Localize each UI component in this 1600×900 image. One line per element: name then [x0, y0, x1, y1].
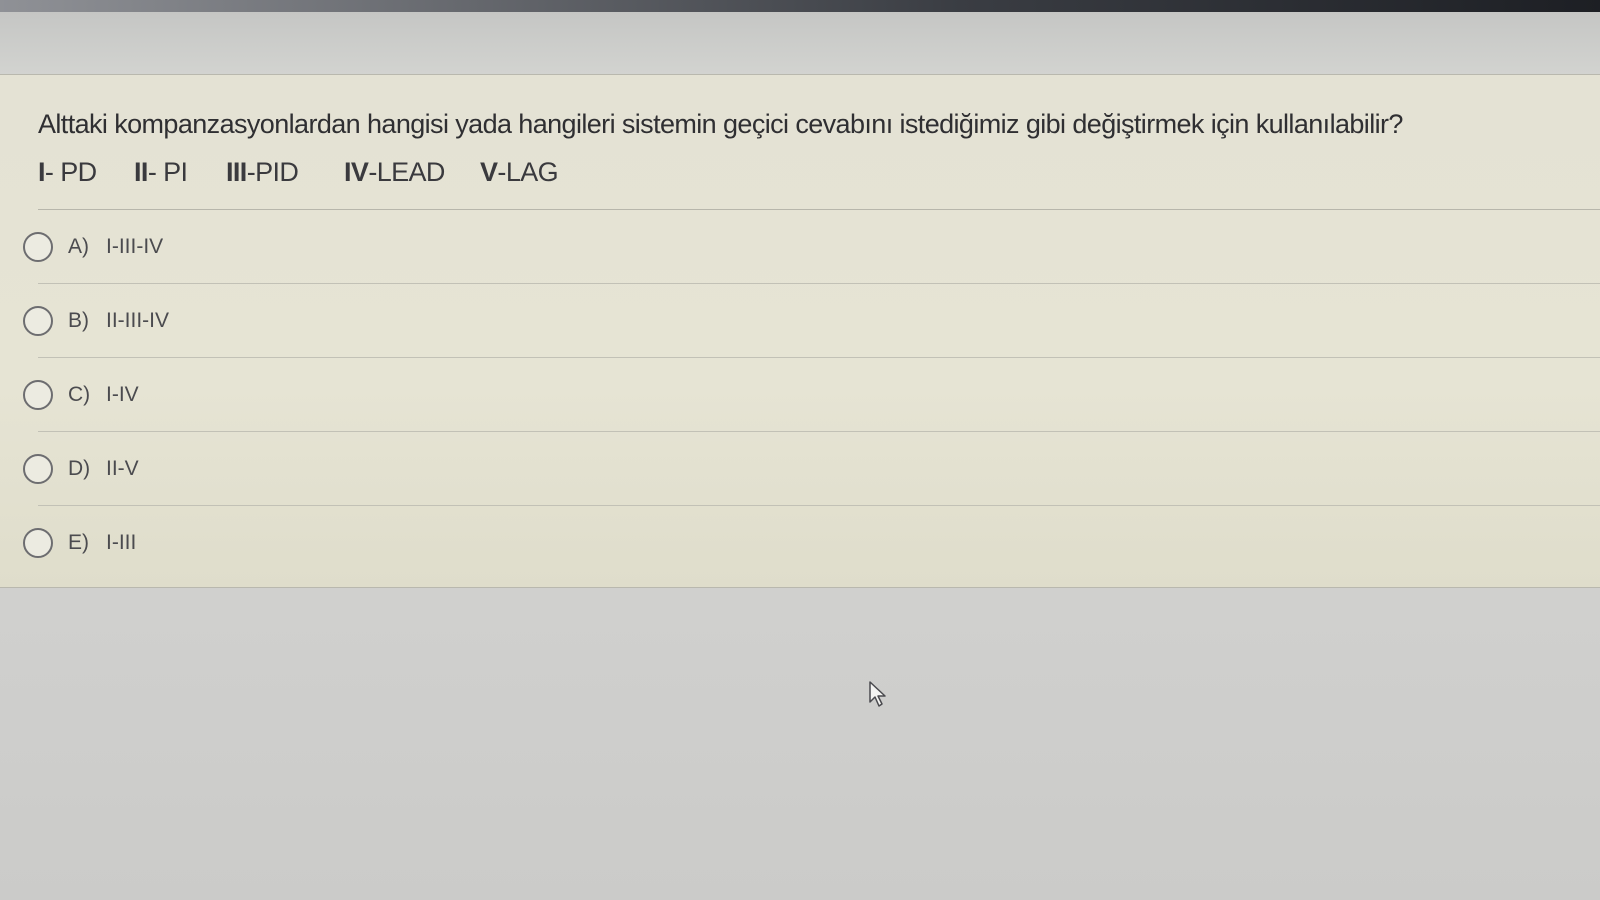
answer-text: I-III — [106, 531, 137, 554]
radio-button-d[interactable] — [23, 454, 53, 484]
answer-option-c[interactable]: C) I-IV — [23, 358, 1600, 432]
legend-item-2: II- PI — [134, 157, 188, 187]
answer-letter: B) — [68, 308, 89, 332]
radio-button-c[interactable] — [23, 380, 53, 410]
answer-letter: A) — [68, 234, 89, 258]
radio-button-a[interactable] — [23, 232, 53, 262]
answer-list: A) I-III-IV B) II-III-IV C) I-IV D) II-V… — [0, 210, 1600, 580]
radio-button-e[interactable] — [23, 528, 53, 558]
header-area — [0, 12, 1600, 74]
answer-option-a[interactable]: A) I-III-IV — [23, 210, 1600, 284]
answer-text: I-IV — [106, 382, 139, 406]
answer-option-d[interactable]: D) II-V — [23, 432, 1600, 506]
answer-letter: D) — [68, 456, 91, 480]
screen-top-bar — [0, 0, 1600, 12]
compensation-legend: I- PD II- PI III-PID IV-LEAD V-LAG — [38, 157, 580, 188]
legend-item-5: V-LAG — [480, 157, 559, 187]
answer-text: II-III-IV — [106, 308, 169, 332]
answer-text: II-V — [106, 456, 139, 480]
legend-item-3: III-PID — [226, 157, 299, 187]
answer-letter: E) — [68, 531, 89, 554]
legend-item-4: IV-LEAD — [344, 157, 445, 187]
answer-option-e[interactable]: E) I-III — [23, 506, 1600, 580]
question-text: Alttaki kompanzasyonlardan hangisi yada … — [38, 109, 1403, 139]
answer-text: I-III-IV — [106, 234, 164, 258]
answer-letter: C) — [68, 382, 91, 406]
answer-option-b[interactable]: B) II-III-IV — [23, 284, 1600, 358]
question-panel: Alttaki kompanzasyonlardan hangisi yada … — [0, 74, 1600, 588]
radio-button-b[interactable] — [23, 306, 53, 336]
legend-item-1: I- PD — [38, 157, 97, 187]
mouse-pointer-icon — [869, 681, 886, 707]
